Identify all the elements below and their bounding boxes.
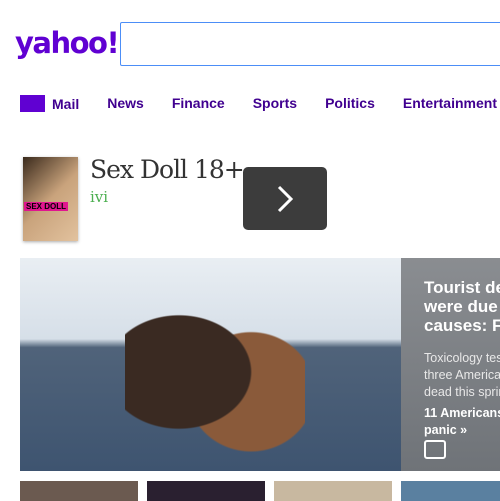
hero-link-line: 11 Americans dead, no <box>424 406 500 420</box>
nav-sports[interactable]: Sports <box>253 95 297 112</box>
ad-source: ivi <box>90 188 109 206</box>
thumbnail[interactable] <box>20 481 138 501</box>
search-input[interactable] <box>120 22 500 66</box>
hero-title-line: were due to natural <box>424 297 500 316</box>
nav-bar: Mail News Finance Sports Politics Entert… <box>20 95 500 112</box>
comment-icon[interactable] <box>424 440 446 459</box>
ad-image[interactable]: SEX DOLL <box>23 157 78 241</box>
nav-mail[interactable]: Mail <box>20 95 79 112</box>
thumbnail[interactable] <box>401 481 500 501</box>
hero-summary-line: Toxicology tests show <box>424 351 500 365</box>
ad-next-button[interactable] <box>243 167 327 230</box>
hero-related-link[interactable]: 11 Americans dead, no panic » <box>424 405 500 439</box>
mail-icon <box>20 95 45 112</box>
hero-story-panel[interactable]: Tourist deathswere due to naturalcauses:… <box>401 258 500 471</box>
hero-title-line: causes: FBI <box>424 316 500 335</box>
nav-finance[interactable]: Finance <box>172 95 225 112</box>
hero-link-line: panic » <box>424 423 468 437</box>
ad-image-tag: SEX DOLL <box>24 202 69 211</box>
hero-photo-people <box>125 273 305 471</box>
chevron-right-icon <box>277 185 294 212</box>
hero-summary: Toxicology tests show three Americans fou… <box>424 350 500 401</box>
nav-mail-label: Mail <box>52 96 80 112</box>
nav-news[interactable]: News <box>107 95 144 112</box>
hero-title[interactable]: Tourist deathswere due to naturalcauses:… <box>424 278 500 335</box>
yahoo-logo[interactable]: yahoo! <box>15 26 120 60</box>
hero-summary-line: dead this spring... <box>424 385 500 399</box>
ad-title[interactable]: Sex Doll 18+ <box>90 155 245 184</box>
nav-politics[interactable]: Politics <box>325 95 375 112</box>
thumbnail[interactable] <box>274 481 392 501</box>
hero-title-line: Tourist deaths <box>424 278 500 297</box>
hero-image[interactable] <box>20 258 401 471</box>
hero-summary-line: three Americans found <box>424 368 500 382</box>
thumbnail-strip <box>20 481 500 501</box>
nav-entertainment[interactable]: Entertainment <box>403 95 497 112</box>
thumbnail[interactable] <box>147 481 265 501</box>
